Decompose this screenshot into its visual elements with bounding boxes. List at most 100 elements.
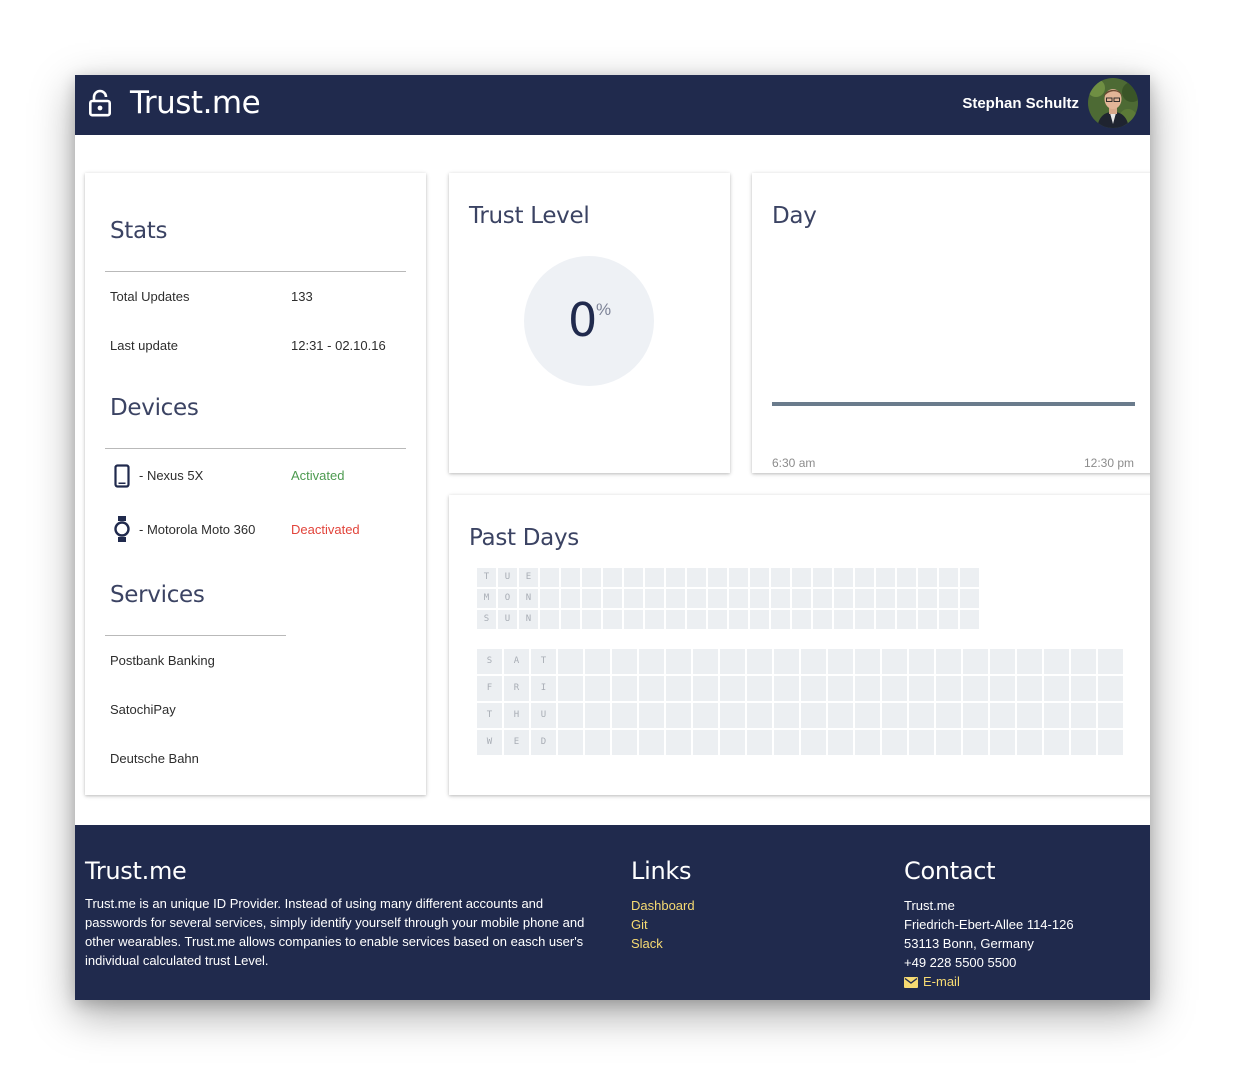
day-cell xyxy=(585,649,610,674)
day-cell xyxy=(960,610,979,629)
day-cell xyxy=(771,589,790,608)
day-cell xyxy=(603,589,622,608)
contact-name: Trust.me xyxy=(904,898,955,913)
day-cell xyxy=(909,649,934,674)
day-cell xyxy=(936,703,961,728)
day-cell xyxy=(666,589,685,608)
last-update-label: Last update xyxy=(110,338,178,353)
day-card: Day 6:30 am 12:30 pm xyxy=(752,173,1150,473)
day-cell xyxy=(666,730,691,755)
day-cell xyxy=(666,568,685,587)
divider xyxy=(105,271,406,272)
day-cell xyxy=(855,589,874,608)
day-cell xyxy=(855,568,874,587)
day-cell xyxy=(1098,730,1123,755)
day-cell xyxy=(960,589,979,608)
day-cell xyxy=(708,589,727,608)
day-cell xyxy=(771,568,790,587)
day-cell xyxy=(585,676,610,701)
avatar[interactable] xyxy=(1088,78,1138,128)
weekday-letter-cell: N xyxy=(519,610,538,629)
day-cell xyxy=(792,589,811,608)
device-name: - Motorola Moto 360 xyxy=(139,522,256,537)
day-cell xyxy=(897,610,916,629)
link-slack[interactable]: Slack xyxy=(631,936,663,951)
day-cell xyxy=(918,568,937,587)
day-cell xyxy=(645,610,664,629)
stats-card: Stats Total Updates 133 Last update 12:3… xyxy=(85,173,426,795)
weekday-letter-cell: F xyxy=(477,676,502,701)
contact-street: Friedrich-Ebert-Allee 114-126 xyxy=(904,917,1074,932)
day-cell xyxy=(540,589,559,608)
trust-level-value: 0 xyxy=(568,293,598,347)
day-cell xyxy=(774,730,799,755)
day-cell xyxy=(909,730,934,755)
day-cell xyxy=(1044,703,1069,728)
day-cell xyxy=(876,589,895,608)
weekday-letter-cell: U xyxy=(531,703,556,728)
day-cell xyxy=(801,676,826,701)
day-cell xyxy=(708,610,727,629)
day-cell xyxy=(1017,703,1042,728)
day-cell xyxy=(561,589,580,608)
day-cell xyxy=(747,649,772,674)
weekday-letter-cell: E xyxy=(519,568,538,587)
weekday-letter-cell: I xyxy=(531,676,556,701)
stats-title: Stats xyxy=(110,218,168,244)
day-cell xyxy=(540,568,559,587)
day-cell xyxy=(540,610,559,629)
app-title[interactable]: Trust.me xyxy=(130,85,261,121)
day-cell xyxy=(624,610,643,629)
service-item[interactable]: Deutsche Bahn xyxy=(110,751,199,766)
day-cell xyxy=(645,589,664,608)
trust-level-title: Trust Level xyxy=(469,203,590,229)
day-cell xyxy=(855,649,880,674)
trust-level-gauge: 0 % xyxy=(524,256,654,386)
day-cell xyxy=(792,610,811,629)
day-cell xyxy=(624,589,643,608)
contact-city: 53113 Bonn, Germany xyxy=(904,936,1034,951)
day-cell xyxy=(936,649,961,674)
day-cell xyxy=(1044,676,1069,701)
service-item[interactable]: SatochiPay xyxy=(110,702,176,717)
past-days-card: Past Days TUEMONSUN SATFRITHUWED xyxy=(449,495,1150,795)
day-cell xyxy=(612,730,637,755)
day-cell xyxy=(897,568,916,587)
day-cell xyxy=(639,703,664,728)
weekday-letter-cell: N xyxy=(519,589,538,608)
trust-level-unit: % xyxy=(596,300,612,319)
day-cell xyxy=(882,730,907,755)
weekday-letter-cell: S xyxy=(477,610,496,629)
top-app-bar: Trust.me Stephan Schultz xyxy=(75,75,1150,135)
footer-about-text: Trust.me is an unique ID Provider. Inste… xyxy=(85,896,585,968)
day-cell xyxy=(693,676,718,701)
day-cell xyxy=(558,649,583,674)
day-cell xyxy=(828,676,853,701)
device-status: Deactivated xyxy=(291,522,360,537)
link-dashboard[interactable]: Dashboard xyxy=(631,898,695,913)
day-cell xyxy=(1044,649,1069,674)
day-cell xyxy=(813,568,832,587)
day-cell xyxy=(855,610,874,629)
day-cell xyxy=(882,703,907,728)
day-cell xyxy=(558,703,583,728)
day-cell xyxy=(639,730,664,755)
day-cell xyxy=(729,589,748,608)
email-label: E-mail xyxy=(923,974,960,989)
day-cell xyxy=(687,610,706,629)
weekday-letter-cell: A xyxy=(504,649,529,674)
day-cell xyxy=(855,730,880,755)
x-axis-start-label: 6:30 am xyxy=(772,456,816,470)
link-git[interactable]: Git xyxy=(631,917,648,932)
day-cell xyxy=(897,589,916,608)
day-cell xyxy=(963,703,988,728)
day-cell xyxy=(990,730,1015,755)
day-cell xyxy=(693,703,718,728)
service-item[interactable]: Postbank Banking xyxy=(110,653,215,668)
divider xyxy=(105,635,286,636)
day-cell xyxy=(801,703,826,728)
day-cell xyxy=(720,676,745,701)
user-name[interactable]: Stephan Schultz xyxy=(962,95,1079,112)
day-cell xyxy=(582,568,601,587)
day-cell xyxy=(561,568,580,587)
